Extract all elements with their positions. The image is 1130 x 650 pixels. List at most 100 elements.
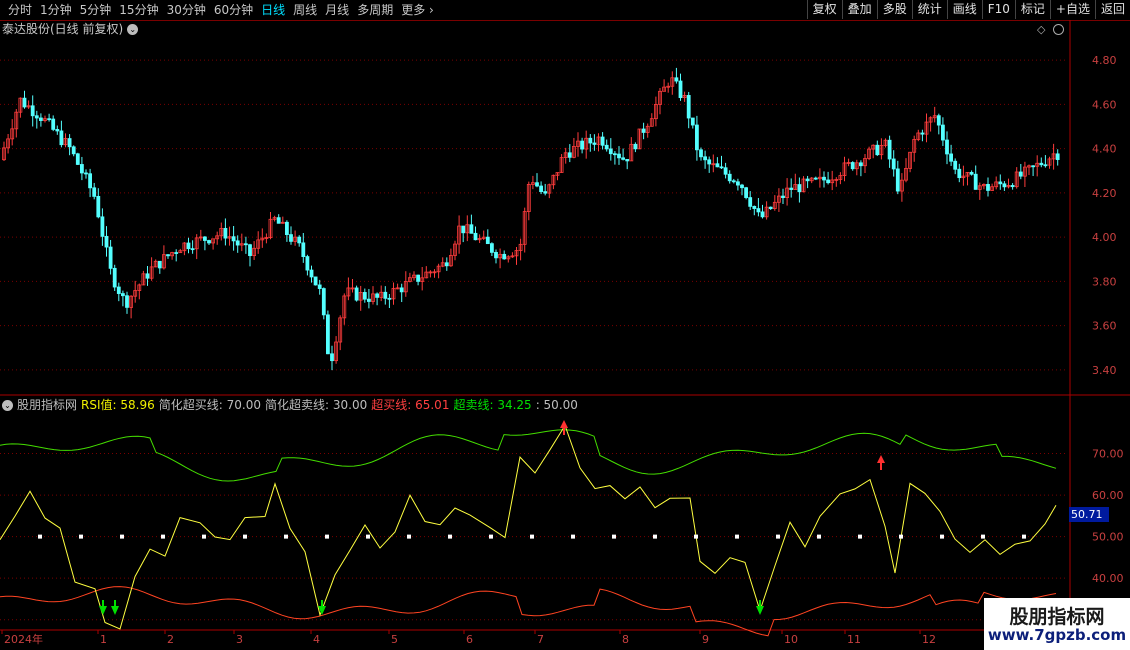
midline-marker [817,534,821,539]
candle-body [383,291,388,299]
candle-body [1055,153,1060,160]
candle-body [30,105,35,117]
candle-body [969,171,974,175]
candle-body [920,132,925,135]
candle-body [695,124,699,151]
candle-body [248,244,252,257]
midline-marker [407,534,411,539]
candle-body [80,164,84,174]
simp-os-label: 简化超卖线: [264,398,330,412]
price-tick-label: 3.80 [1092,275,1117,288]
candle-body [859,162,863,167]
price-tick-label: 4.00 [1092,231,1117,244]
candle-body [727,173,732,182]
candle-body [723,167,728,175]
midline-marker [776,534,780,539]
candle-body [813,177,818,180]
midline-marker [899,534,903,539]
candle-body [207,240,211,244]
candle-body [744,187,748,198]
candle-body [588,137,593,144]
time-tick-label: 12 [922,633,936,646]
candle-body [166,254,170,257]
candle-body [301,242,306,257]
candle-body [96,195,101,218]
indicator-tick-label: 50.00 [1092,531,1124,544]
buy-signal-arrow [877,455,885,463]
candle-body [703,156,707,161]
candle-body [67,138,72,148]
rsi-label: RSI值: [81,398,117,412]
candle-body [535,182,539,187]
price-tick-label: 3.60 [1092,320,1117,333]
candle-body [699,149,703,158]
candle-body [715,163,720,168]
candle-body [325,314,330,355]
candle-body [957,168,962,179]
candle-body [592,142,597,145]
simp-ob-label: 简化超买线: [158,398,223,412]
candle-body [768,206,773,210]
candle-body [22,97,27,108]
candle-body [313,276,318,286]
time-tick-label: 8 [622,633,629,646]
candle-body [731,180,736,183]
midline-marker [448,534,452,539]
candle-body [678,80,683,99]
candle-body [826,179,830,184]
candle-body [485,236,490,245]
candle-body [387,297,392,300]
candle-body [157,260,162,269]
candle-body [604,144,609,150]
candle-body [317,284,322,289]
midline-marker [694,534,698,539]
time-tick-label: 5 [391,633,398,646]
candle-body [362,292,367,300]
candle-body [949,153,953,162]
candle-body [276,217,281,224]
time-tick-label: 3 [236,633,243,646]
candle-body [502,253,507,260]
candle-body [366,298,371,302]
price-tick-label: 4.40 [1092,143,1117,156]
candle-body [641,128,646,133]
indicator-name[interactable]: 股朋指标网 [17,398,77,413]
candle-body [719,166,724,169]
candle-body [613,153,617,156]
candle-body [202,236,207,241]
candle-body [125,295,129,308]
price-tick-label: 4.60 [1092,98,1117,111]
candle-body [543,191,548,194]
indicator-menu-icon[interactable]: ⌄ [2,400,13,411]
time-tick-label: 9 [702,633,709,646]
candle-body [686,95,691,119]
simp-ob-value: 70.00 [226,398,261,412]
time-tick-label: 7 [537,633,544,646]
candle-body [461,225,466,234]
candle-body [674,77,679,82]
candle-body [243,243,248,246]
candle-body [850,162,855,170]
candle-body [104,235,109,248]
upper-band-line [0,429,1057,482]
midline-marker [530,534,534,539]
candle-body [321,288,326,316]
candle-body [895,168,900,192]
candle-body [112,267,117,288]
time-tick-label: 11 [847,633,861,646]
lower-band-line [0,586,1057,637]
candle-body [284,221,289,235]
candle-body [736,181,740,186]
midline-marker [489,534,493,539]
price-tick-label: 3.40 [1092,364,1117,377]
candle-body [608,148,613,155]
midline-marker [120,534,124,539]
os-value: 34.25 [497,398,532,412]
candle-body [473,232,478,241]
candle-body [71,146,76,155]
candle-body [805,178,810,182]
time-tick-label: 4 [313,633,320,646]
watermark-title: 股朋指标网 [1009,606,1105,628]
candle-body [789,187,794,190]
midline-marker [243,534,247,539]
